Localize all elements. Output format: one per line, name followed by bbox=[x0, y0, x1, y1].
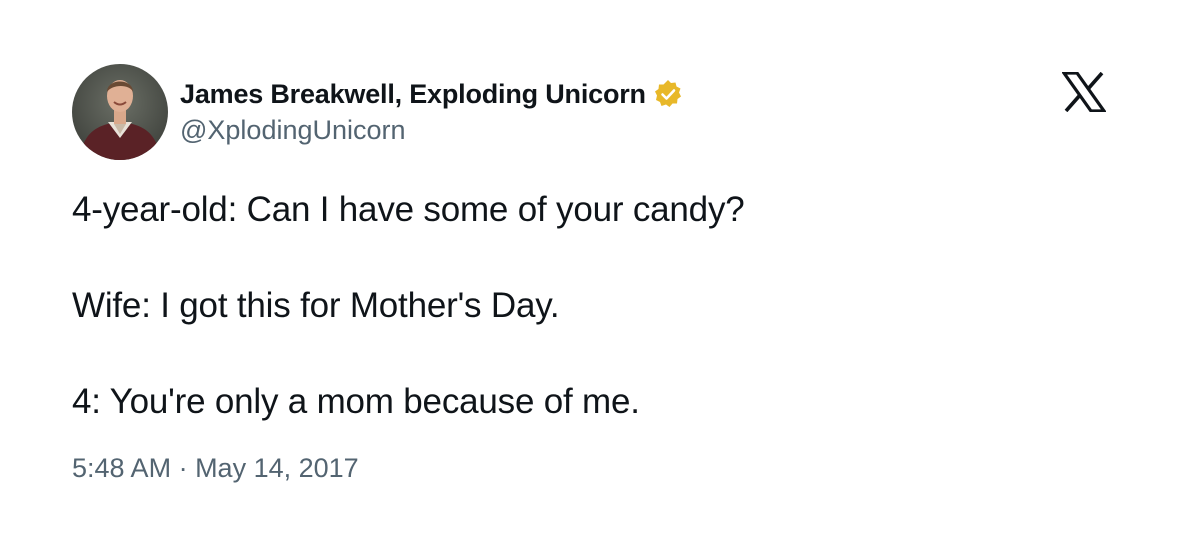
tweet-header: James Breakwell, Exploding Unicorn @Xplo… bbox=[72, 64, 684, 160]
tweet-line: 4-year-old: Can I have some of your cand… bbox=[72, 190, 745, 229]
tweet-time: 5:48 AM bbox=[72, 453, 172, 483]
x-logo-icon[interactable] bbox=[1060, 71, 1108, 113]
display-name[interactable]: James Breakwell, Exploding Unicorn bbox=[180, 77, 646, 111]
verified-badge-icon bbox=[652, 78, 684, 110]
tweet-timestamp[interactable]: 5:48 AM · May 14, 2017 bbox=[72, 450, 359, 486]
handle[interactable]: @XplodingUnicorn bbox=[180, 113, 684, 147]
tweet-line: 4: You're only a mom because of me. bbox=[72, 382, 640, 421]
tweet-text: 4-year-old: Can I have some of your cand… bbox=[72, 186, 1112, 426]
tweet-date: May 14, 2017 bbox=[195, 453, 359, 483]
timestamp-separator: · bbox=[171, 453, 196, 483]
tweet-card: James Breakwell, Exploding Unicorn @Xplo… bbox=[0, 0, 1180, 552]
name-row: James Breakwell, Exploding Unicorn bbox=[180, 77, 684, 111]
avatar[interactable] bbox=[72, 64, 168, 160]
author-info: James Breakwell, Exploding Unicorn @Xplo… bbox=[180, 77, 684, 147]
avatar-photo bbox=[72, 64, 168, 160]
tweet-line: Wife: I got this for Mother's Day. bbox=[72, 286, 560, 325]
